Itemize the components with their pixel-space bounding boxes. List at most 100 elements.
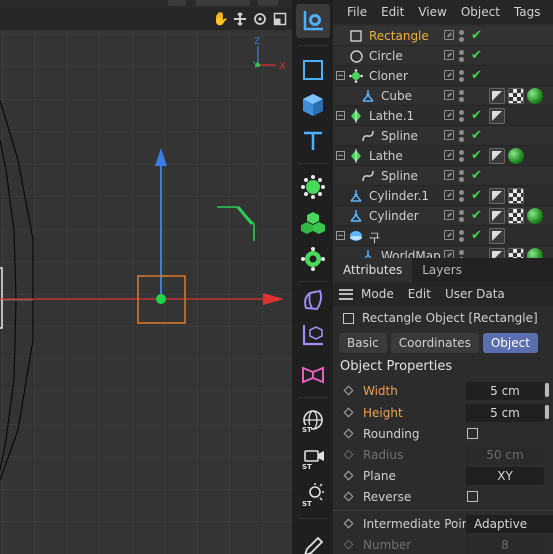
uvw-tag-icon[interactable] [508, 188, 524, 204]
layer-icon[interactable] [444, 50, 454, 60]
enabled-check-icon[interactable]: ✔ [471, 108, 482, 123]
menu-view[interactable]: View [418, 5, 446, 19]
uvw-tag-icon[interactable] [508, 248, 524, 258]
bend-deformer-icon[interactable] [296, 358, 330, 392]
subtab-basic[interactable]: Basic [339, 333, 387, 353]
keyframe-diamond-icon[interactable] [343, 428, 354, 439]
keyframe-diamond-icon[interactable] [343, 470, 354, 481]
collapse-toggle-icon[interactable]: − [336, 151, 345, 160]
deformer-icon[interactable] [296, 284, 330, 318]
height-spinner[interactable] [545, 405, 549, 419]
collapse-toggle-icon[interactable]: − [336, 231, 345, 240]
object-name[interactable]: Lathe.1 [369, 109, 414, 123]
object-name[interactable]: WorldMap [381, 249, 441, 258]
cube-object-icon[interactable] [296, 88, 330, 122]
layer-icon[interactable] [444, 110, 454, 120]
viewport-tab[interactable] [196, 0, 250, 6]
width-spinner[interactable] [545, 383, 549, 397]
maximize-view-icon[interactable] [272, 11, 288, 27]
object-row-cube[interactable]: Cube [333, 86, 553, 106]
phong-tag-icon[interactable] [489, 148, 505, 164]
layer-icon[interactable] [444, 250, 454, 258]
cubes-object-icon[interactable] [296, 206, 330, 240]
collapse-toggle-icon[interactable]: − [336, 111, 345, 120]
visibility-dots-icon[interactable] [459, 109, 464, 123]
object-name[interactable]: Spline [381, 129, 418, 143]
coordinate-axis-icon[interactable] [296, 318, 330, 352]
object-row-lathe-1[interactable]: − Lathe.1 ✔ [333, 106, 553, 126]
enabled-check-icon[interactable]: ✔ [471, 28, 482, 43]
enabled-check-icon[interactable]: ✔ [471, 128, 482, 143]
subtab-object[interactable]: Object [482, 333, 538, 353]
object-row-spline-2[interactable]: Spline ✔ [333, 166, 553, 186]
visibility-dots-icon[interactable] [459, 89, 464, 103]
object-name[interactable]: 구 [369, 229, 380, 246]
visibility-dots-icon[interactable] [459, 209, 464, 223]
collapse-toggle-icon[interactable]: − [336, 71, 345, 80]
move-tool-icon[interactable] [296, 4, 330, 38]
material-tag-icon[interactable] [527, 88, 543, 104]
menu-mode[interactable]: Mode [361, 287, 394, 301]
layer-icon[interactable] [444, 70, 454, 80]
height-field[interactable]: 5 cm [466, 404, 544, 422]
subtab-coordinates[interactable]: Coordinates [390, 333, 479, 353]
layer-icon[interactable] [444, 150, 454, 160]
viewport-tab[interactable] [168, 0, 186, 6]
phong-tag-icon[interactable] [489, 248, 505, 258]
gear-icon[interactable] [296, 242, 330, 276]
visibility-dots-icon[interactable] [459, 229, 464, 243]
object-pivot[interactable] [156, 294, 166, 304]
object-row-spline[interactable]: Spline ✔ [333, 126, 553, 146]
viewport-tab[interactable] [258, 0, 278, 6]
layer-icon[interactable] [444, 230, 454, 240]
enabled-check-icon[interactable]: ✔ [471, 148, 482, 163]
tab-attributes[interactable]: Attributes [333, 258, 413, 282]
keyframe-diamond-icon[interactable] [343, 385, 354, 396]
phong-tag-icon[interactable] [489, 88, 505, 104]
layer-icon[interactable] [444, 30, 454, 40]
cloner-icon[interactable] [296, 170, 330, 204]
layer-icon[interactable] [444, 90, 454, 100]
enabled-check-icon[interactable]: ✔ [471, 228, 482, 243]
phong-tag-icon[interactable] [489, 228, 505, 244]
enabled-check-icon[interactable]: ✔ [471, 68, 482, 83]
visibility-dots-icon[interactable] [459, 189, 464, 203]
visibility-dots-icon[interactable] [459, 149, 464, 163]
uvw-tag-icon[interactable] [508, 88, 524, 104]
enabled-check-icon[interactable]: ✔ [471, 168, 482, 183]
object-row-lathe[interactable]: − Lathe ✔ [333, 146, 553, 166]
light-icon[interactable]: ST [296, 478, 330, 512]
keyframe-diamond-icon[interactable] [343, 407, 354, 418]
rounding-checkbox[interactable] [467, 428, 478, 439]
pen-icon[interactable] [296, 530, 330, 554]
object-row-cloner[interactable]: − Cloner ✔ [333, 66, 553, 86]
menu-user-data[interactable]: User Data [445, 287, 505, 301]
keyframe-diamond-icon[interactable] [343, 518, 354, 529]
phong-tag-icon[interactable] [489, 188, 505, 204]
object-name[interactable]: Spline [381, 169, 418, 183]
layer-icon[interactable] [444, 210, 454, 220]
rotate-camera-icon[interactable] [252, 11, 268, 27]
layer-icon[interactable] [444, 190, 454, 200]
enabled-check-icon[interactable]: ✔ [471, 48, 482, 63]
visibility-dots-icon[interactable] [459, 249, 464, 258]
hamburger-menu-icon[interactable] [339, 288, 353, 300]
reverse-checkbox[interactable] [467, 491, 478, 502]
text-spline-icon[interactable] [296, 124, 330, 158]
visibility-dots-icon[interactable] [459, 169, 464, 183]
object-row-sphere-group[interactable]: − 구 ✔ [333, 226, 553, 246]
object-row-rectangle[interactable]: Rectangle ✔ [333, 26, 553, 46]
object-name[interactable]: Cylinder.1 [369, 189, 429, 203]
pan-hand-icon[interactable]: ✋ [213, 11, 229, 27]
phong-tag-icon[interactable] [489, 208, 505, 224]
menu-tags[interactable]: Tags [514, 5, 541, 19]
rectangle-spline-icon[interactable] [296, 53, 330, 87]
object-name[interactable]: Rectangle [369, 29, 429, 43]
layer-icon[interactable] [444, 130, 454, 140]
visibility-dots-icon[interactable] [459, 129, 464, 143]
visibility-dots-icon[interactable] [459, 69, 464, 83]
visibility-dots-icon[interactable] [459, 29, 464, 43]
object-name[interactable]: Lathe [369, 149, 403, 163]
keyframe-diamond-icon[interactable] [343, 491, 354, 502]
enabled-check-icon[interactable]: ✔ [471, 208, 482, 223]
